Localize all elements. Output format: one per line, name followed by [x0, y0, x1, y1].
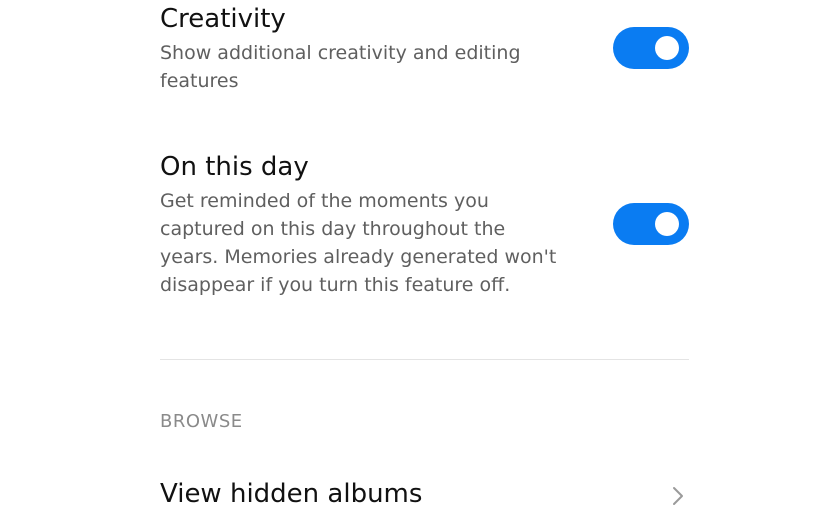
- setting-description: Get reminded of the moments you captured…: [160, 190, 557, 296]
- setting-title: On this day: [160, 152, 309, 182]
- setting-on-this-day: On this day Get reminded of the moments …: [160, 150, 690, 299]
- creativity-toggle[interactable]: [613, 27, 689, 69]
- toggle-knob: [655, 212, 679, 236]
- toggle-knob: [655, 36, 679, 60]
- nav-row-label: View hidden albums: [160, 479, 423, 509]
- on-this-day-toggle[interactable]: [613, 203, 689, 245]
- setting-description: Show additional creativity and editing f…: [160, 42, 521, 92]
- browse-section-header: BROWSE: [160, 411, 243, 432]
- view-hidden-albums-row[interactable]: View hidden albums: [160, 474, 690, 514]
- chevron-right-icon: [673, 487, 683, 505]
- setting-creativity: Creativity Show additional creativity an…: [160, 2, 690, 95]
- setting-title: Creativity: [160, 4, 286, 34]
- section-divider: [160, 359, 689, 360]
